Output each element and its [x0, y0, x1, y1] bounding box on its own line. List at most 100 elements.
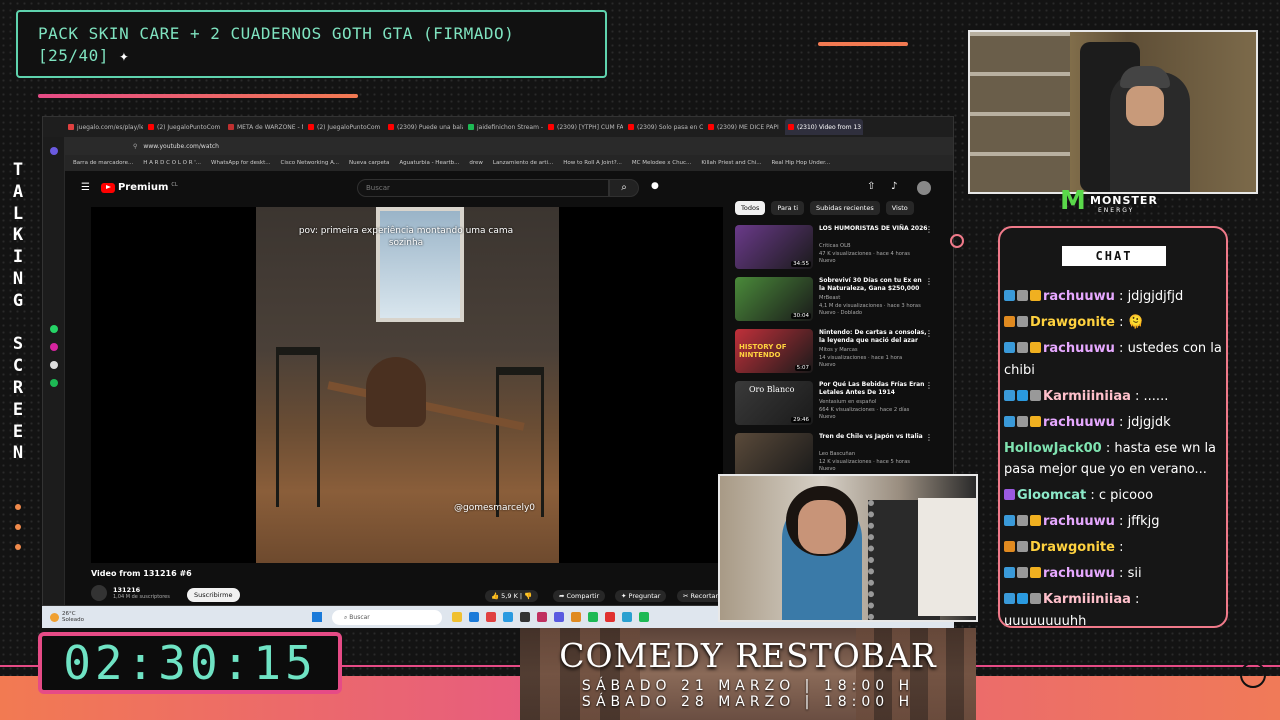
menu-icon[interactable]: ☰ [81, 182, 90, 193]
taskbar-app-icon[interactable] [639, 612, 649, 622]
bookmark-item[interactable]: WhatsApp for deskt... [211, 160, 270, 166]
bookmark-item[interactable]: H A R D C O L O R '... [143, 160, 201, 166]
like-button[interactable]: 👍 5,9 K | 👎 [485, 590, 539, 602]
chat-username[interactable]: rachuuwu [1043, 566, 1115, 581]
chat-username[interactable]: HollowJack00 [1004, 441, 1102, 456]
browser-tab[interactable]: juegalo.com/es/play/lee [65, 119, 143, 135]
video-title[interactable]: LOS HUMORISTAS DE VIÑA 2026 [819, 225, 929, 233]
video-title[interactable]: Por Qué Las Bebidas Frías Eran Letales A… [819, 381, 929, 397]
bookmark-item[interactable]: Killah Priest and Chi... [701, 160, 761, 166]
bookmark-item[interactable]: Lanzamiento de arti... [493, 160, 553, 166]
chat-username[interactable]: rachuuwu [1043, 341, 1115, 356]
recommended-video[interactable]: Oro Blanco 29:46 Por Qué Las Bebidas Frías… [735, 381, 935, 429]
more-icon[interactable]: ⋮ [925, 329, 933, 338]
bookmark-item[interactable]: drew [469, 160, 483, 166]
chat-username[interactable]: Gloomcat [1017, 488, 1086, 503]
filter-chip[interactable]: Para ti [771, 201, 805, 215]
bookmark-item[interactable]: Aguaturbia - Heartb... [399, 160, 459, 166]
taskbar-app-icon[interactable] [503, 612, 513, 622]
filter-chip[interactable]: Subidas recientes [810, 201, 880, 215]
video-channel[interactable]: MrBeast [819, 295, 929, 303]
whatsapp-icon[interactable] [49, 325, 58, 333]
search-input[interactable]: Buscar [357, 179, 609, 197]
video-thumbnail[interactable]: 30:04 [735, 277, 813, 321]
more-icon[interactable]: ⋮ [925, 381, 933, 390]
taskbar-app-icon[interactable] [605, 612, 615, 622]
taskbar-app-icon[interactable] [452, 612, 462, 622]
more-icon[interactable]: ⋮ [925, 277, 933, 286]
bookmark-item[interactable]: Barra de marcadore... [73, 160, 133, 166]
filter-chip[interactable]: Todos [735, 201, 766, 215]
taskbar-app-icon[interactable] [622, 612, 632, 622]
chat-username[interactable]: rachuuwu [1043, 289, 1115, 304]
weather-widget[interactable]: 26°C Soleado [50, 611, 84, 623]
bookmark-item[interactable]: How to Roll A Joint?... [563, 160, 622, 166]
bookmark-item[interactable]: Nueva carpeta [349, 160, 389, 166]
video-channel[interactable]: Leo Bascuñan [819, 451, 929, 459]
video-thumbnail[interactable]: HISTORY OF NINTENDO 5:07 [735, 329, 813, 373]
avatar[interactable] [917, 181, 931, 195]
recommended-video[interactable]: HISTORY OF NINTENDO 5:07 Nintendo: De cart… [735, 329, 935, 377]
video-channel[interactable]: Mitos y Marcas [819, 347, 929, 355]
bookmark-item[interactable]: Cisco Networking A... [281, 160, 340, 166]
video-player[interactable]: pov: primeira experiência montando uma c… [91, 207, 723, 563]
browser-tab[interactable]: (2309) Puede una bala s [385, 119, 463, 135]
instagram-icon[interactable] [49, 343, 58, 351]
chat-username[interactable]: rachuuwu [1043, 514, 1115, 529]
video-thumbnail[interactable]: 34:55 [735, 225, 813, 269]
shelf-image [970, 32, 1070, 192]
chat-username[interactable]: Karmiiiniiaa [1043, 389, 1131, 404]
tiktok-icon[interactable] [49, 361, 58, 369]
taskbar-app-icon[interactable] [554, 612, 564, 622]
recommended-video[interactable]: 34:55 LOS HUMORISTAS DE VIÑA 2026 Criticas… [735, 225, 935, 273]
video-title[interactable]: Tren de Chile vs Japón vs Italia [819, 433, 929, 441]
video-title[interactable]: Nintendo: De cartas a consolas, la leyen… [819, 329, 929, 345]
browser-tab[interactable]: (2309) Solo pasa en Chile [625, 119, 703, 135]
mic-icon[interactable]: ● [651, 181, 659, 191]
bell-icon[interactable]: ♪ [891, 181, 897, 192]
browser-tab[interactable]: (2310) Video from 13 [785, 119, 863, 135]
more-icon[interactable]: ⋮ [925, 433, 933, 442]
tab-favicon-icon [548, 124, 554, 130]
taskbar-app-icon[interactable] [469, 612, 479, 622]
subscribe-button[interactable]: Suscribirme [187, 588, 240, 602]
chat-username[interactable]: Drawgonite [1030, 540, 1115, 555]
video-channel[interactable]: Criticas OLB [819, 243, 929, 251]
taskbar-app-icon[interactable] [588, 612, 598, 622]
browser-tab[interactable]: (2) JuegaloPuntoCom [145, 119, 223, 135]
bookmark-item[interactable]: MC Melodee x Chuc... [632, 160, 691, 166]
channel-info[interactable]: 131216 1,04 M de suscriptores [91, 585, 170, 601]
ask-button[interactable]: ✦ Preguntar [615, 590, 667, 602]
taskbar-search[interactable]: ⌕ Buscar [332, 609, 442, 625]
address-bar[interactable]: ⚲ www.youtube.com/watch [43, 137, 953, 155]
search-icon[interactable]: ⌕ [609, 179, 639, 197]
chat-username[interactable]: rachuuwu [1043, 415, 1115, 430]
video-title[interactable]: Sobreviví 30 Días con tu Ex en la Natura… [819, 277, 929, 293]
bookmark-item[interactable]: Real Hip Hop Under... [771, 160, 830, 166]
filter-chip[interactable]: Visto [885, 201, 914, 215]
video-thumbnail[interactable]: Oro Blanco 29:46 [735, 381, 813, 425]
channel-name[interactable]: 131216 [113, 586, 170, 594]
chat-username[interactable]: Karmiiiniiaa [1043, 592, 1131, 607]
share-button[interactable]: ➦ Compartir [553, 590, 606, 602]
browser-tab[interactable]: META de WARZONE - M [225, 119, 303, 135]
youtube-logo[interactable]: ☰ Premium CL [81, 182, 178, 193]
chat-username[interactable]: Drawgonite [1030, 315, 1115, 330]
more-icon[interactable]: ⋮ [925, 225, 933, 234]
upload-icon[interactable]: ⇧ [867, 181, 875, 192]
taskbar-app-icon[interactable] [571, 612, 581, 622]
recommended-video[interactable]: 30:04 Sobreviví 30 Días con tu Ex en la N… [735, 277, 935, 325]
taskbar-app-icon[interactable] [486, 612, 496, 622]
taskbar-app-icon[interactable] [537, 612, 547, 622]
browser-tab[interactable]: (2309) ME DICE PAPI [705, 119, 783, 135]
browser-tab[interactable]: (2309) [YTPH] CUM FALC [545, 119, 623, 135]
spotify-icon[interactable] [49, 379, 58, 387]
channel-avatar[interactable] [91, 585, 107, 601]
windows-start-icon[interactable] [312, 612, 322, 622]
video-thumbnail[interactable] [735, 433, 813, 477]
video-channel[interactable]: Ventasium en español [819, 399, 929, 407]
browser-tab[interactable]: (2) JuegaloPuntoCom [305, 119, 383, 135]
taskbar-app-icon[interactable] [520, 612, 530, 622]
home-icon[interactable] [49, 147, 58, 155]
browser-tab[interactable]: jaidefinichon Stream - W [465, 119, 543, 135]
